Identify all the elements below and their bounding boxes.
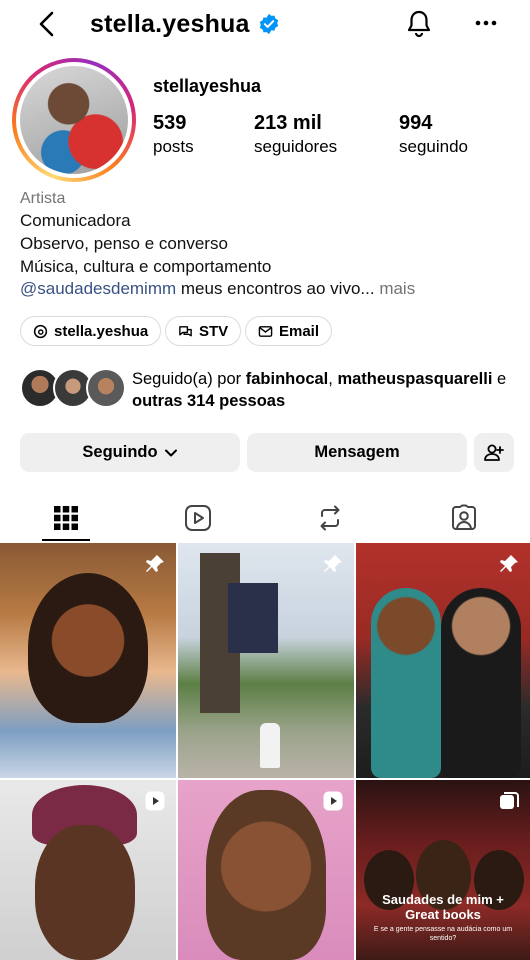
followed-by-separator: , xyxy=(328,370,333,388)
tagged-person-icon xyxy=(452,504,476,530)
following-count-label: seguindo xyxy=(399,137,469,156)
bio-line-3: Música, cultura e comportamento xyxy=(20,257,272,276)
chevron-down-icon xyxy=(164,449,177,456)
story-ring[interactable] xyxy=(12,58,136,182)
bio-line-4: @saudadesdemimm meus encontros ao vivo..… xyxy=(20,279,415,299)
bio-more-link[interactable]: mais xyxy=(375,279,415,298)
post-6-title: Saudades de mim + Great books xyxy=(382,892,504,922)
post-3-figure-2 xyxy=(441,588,521,778)
post-5-face xyxy=(206,790,326,960)
followers-count-label: seguidores xyxy=(254,137,338,156)
post-thumbnail-2[interactable] xyxy=(178,543,354,778)
tab-tagged[interactable] xyxy=(398,495,530,541)
profile-title-wrap: stella.yeshua xyxy=(90,8,280,40)
followed-by-user-2: matheuspasquarelli xyxy=(337,370,493,388)
profile-category: Artista xyxy=(20,190,66,207)
verified-badge-icon xyxy=(259,13,278,35)
post-2-billboard xyxy=(228,583,278,653)
pinned-icon xyxy=(324,555,342,572)
profile-name: stellayeshua xyxy=(153,76,262,96)
followed-by-user-1: fabinhocal xyxy=(245,370,329,388)
top-bar: stella.yeshua xyxy=(0,0,530,48)
following-count[interactable]: 994 seguindo xyxy=(399,112,468,157)
post-thumbnail-1[interactable] xyxy=(0,543,176,778)
profile-username-title: stella.yeshua xyxy=(90,9,250,38)
threads-chip[interactable]: stella.yeshua xyxy=(20,316,162,346)
post-1-figure xyxy=(28,573,148,723)
add-person-icon xyxy=(484,444,504,461)
message-button[interactable]: Mensagem xyxy=(247,433,467,472)
notifications-bell-icon[interactable] xyxy=(404,9,434,39)
stv-chip-label: STV xyxy=(199,322,229,340)
reels-icon xyxy=(185,505,211,531)
post-thumbnail-4[interactable] xyxy=(0,780,176,960)
avatar-border xyxy=(16,62,132,178)
avatar xyxy=(20,66,128,174)
repost-icon xyxy=(320,505,340,531)
posts-count[interactable]: 539 posts xyxy=(153,112,194,157)
reel-play-icon xyxy=(323,791,343,811)
posts-grid: Saudades de mim + Great books E se a gen… xyxy=(0,543,530,960)
followed-by-rest: outras 314 pessoas xyxy=(132,392,286,410)
pinned-icon xyxy=(500,555,518,572)
grid-icon xyxy=(54,506,78,530)
tab-posts-grid[interactable] xyxy=(0,495,132,541)
reel-play-icon xyxy=(145,791,165,811)
post-thumbnail-5[interactable] xyxy=(178,780,354,960)
posts-count-value: 539 xyxy=(153,112,187,134)
threads-chip-label: stella.yeshua xyxy=(54,322,149,340)
profile-tabs xyxy=(0,495,530,541)
mutual-followers-avatars[interactable] xyxy=(20,368,126,410)
email-chip-label: Email xyxy=(279,322,320,340)
bio-line-2: Observo, penso e converso xyxy=(20,234,228,253)
bio-line-1: Comunicadora xyxy=(20,211,131,230)
post-2-figure xyxy=(260,723,280,768)
back-arrow-icon[interactable] xyxy=(34,10,60,38)
following-button-label: Seguindo xyxy=(82,443,158,461)
post-6-subtitle: E se a gente pensasse na audácia como um… xyxy=(373,926,513,942)
followed-by-prefix: Seguido(a) por xyxy=(132,370,246,388)
suggest-people-button[interactable] xyxy=(474,433,514,472)
post-thumbnail-6[interactable]: Saudades de mim + Great books E se a gen… xyxy=(356,780,530,960)
post-4-face xyxy=(35,825,135,960)
threads-icon xyxy=(33,324,48,338)
active-tab-indicator xyxy=(42,539,90,541)
followed-by-text[interactable]: Seguido(a) por fabinhocal, matheuspasqua… xyxy=(132,368,522,412)
following-button[interactable]: Seguindo xyxy=(20,433,240,472)
post-thumbnail-3[interactable] xyxy=(356,543,530,778)
email-icon xyxy=(258,325,273,337)
followers-count-value: 213 mil xyxy=(254,112,322,134)
followers-count[interactable]: 213 mil seguidores xyxy=(254,112,337,157)
posts-count-label: posts xyxy=(153,137,194,156)
following-count-value: 994 xyxy=(399,112,433,134)
broadcast-channel-icon xyxy=(179,325,192,336)
email-chip[interactable]: Email xyxy=(245,316,333,346)
tab-reels[interactable] xyxy=(132,495,264,541)
more-options-icon[interactable] xyxy=(474,14,498,32)
bio-mention-link[interactable]: @saudadesdemimm xyxy=(20,279,176,298)
post-3-figure-1 xyxy=(371,588,441,778)
mutual-avatar-3 xyxy=(86,368,126,408)
bio-text: meus encontros ao vivo... xyxy=(176,279,375,298)
pinned-icon xyxy=(146,555,164,572)
stv-chip[interactable]: STV xyxy=(165,316,242,346)
message-button-label: Mensagem xyxy=(314,443,400,461)
carousel-icon xyxy=(500,792,519,809)
followed-by-mid: e xyxy=(492,370,507,388)
tab-reposts[interactable] xyxy=(264,495,396,541)
